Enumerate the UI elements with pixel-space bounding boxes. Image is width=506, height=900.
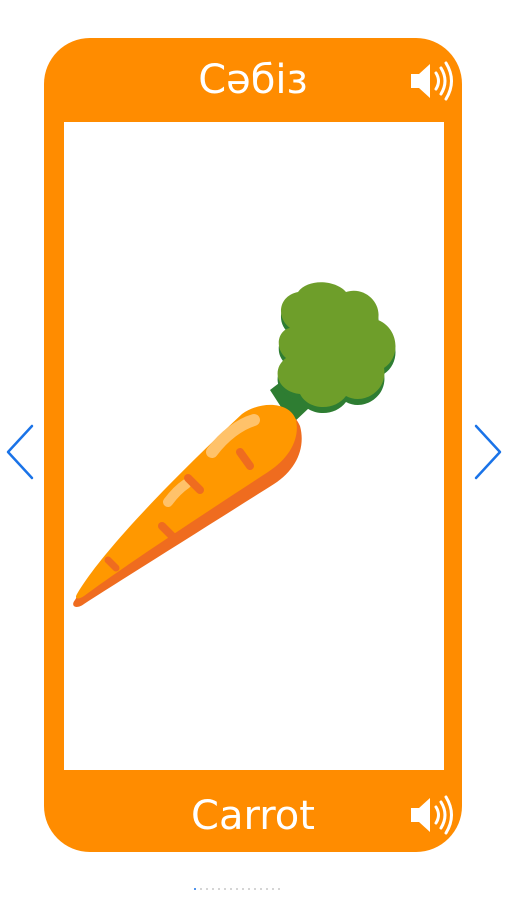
speaker-icon (411, 795, 453, 835)
page-dot[interactable] (236, 888, 238, 890)
carrot-illustration (73, 282, 396, 607)
page-dot[interactable] (218, 888, 220, 890)
page-dot[interactable] (278, 888, 280, 890)
chevron-right-icon (474, 424, 502, 480)
page-dot[interactable] (230, 888, 232, 890)
page-dot[interactable] (272, 888, 274, 890)
page-dot[interactable] (242, 888, 244, 890)
speaker-icon (411, 61, 453, 101)
page-dot[interactable] (248, 888, 250, 890)
chevron-left-icon (6, 424, 34, 480)
page-dot[interactable] (200, 888, 202, 890)
previous-card-button[interactable] (4, 424, 38, 480)
page-dot[interactable] (266, 888, 268, 890)
page-indicator (194, 888, 280, 890)
page-dot[interactable] (254, 888, 256, 890)
next-card-button[interactable] (470, 424, 504, 480)
page-dot[interactable] (224, 888, 226, 890)
page-dot[interactable] (206, 888, 208, 890)
page-dot[interactable] (212, 888, 214, 890)
page-dot[interactable] (194, 888, 196, 890)
play-native-audio-button[interactable] (408, 61, 454, 101)
card-image-panel (64, 122, 444, 770)
play-english-audio-button[interactable] (408, 795, 454, 835)
page-dot[interactable] (260, 888, 262, 890)
